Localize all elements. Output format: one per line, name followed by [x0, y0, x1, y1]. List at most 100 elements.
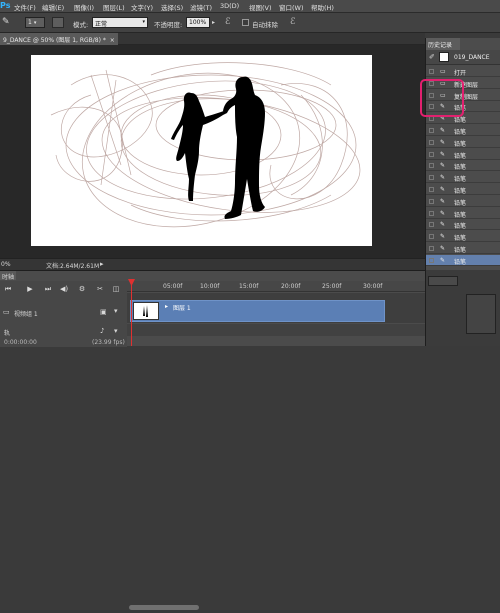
timeline-controls: ⏮ ▶ ⏭ ◀) ⚙ ✂ ◫ ▭ 视频组 1 ▣ ▾ 轨 ♪ ▾ 0:00:00…	[0, 281, 127, 347]
brush-size-value: 1	[28, 19, 32, 26]
brush-size-picker[interactable]: 1 ▾	[25, 17, 45, 28]
history-source-checkbox[interactable]	[429, 257, 434, 263]
snapshot-thumbnail	[439, 52, 449, 62]
history-item[interactable]: ✎ 铅笔	[426, 172, 500, 184]
timeline-panel: 时轴 ⏮ ▶ ⏭ ◀) ⚙ ✂ ◫ ▭ 视频组 1 ▣ ▾ 轨 ♪ ▾ 0:00…	[0, 270, 425, 613]
menu-help[interactable]: 帮助(H)	[311, 2, 334, 12]
tick-label: 25:00f	[322, 283, 342, 290]
history-item-label: 铅笔	[454, 199, 467, 207]
history-item[interactable]: ✎ 铅笔	[426, 137, 500, 148]
history-tab[interactable]: 历史记录	[426, 38, 460, 50]
document-size-info: 文档:2.64M/2.61M	[46, 263, 100, 270]
chevron-down-icon[interactable]: ▾	[114, 307, 118, 315]
clip-label: 图层 1	[173, 305, 191, 312]
mode-label: 模式:	[73, 21, 89, 29]
history-source-checkbox[interactable]	[429, 234, 434, 240]
chevron-right-icon[interactable]: ▸	[100, 260, 104, 268]
menu-type[interactable]: 文字(Y)	[131, 2, 153, 12]
history-item[interactable]: ▭ 打开	[426, 66, 500, 77]
mute-icon[interactable]: ♪	[100, 327, 104, 335]
scissors-icon[interactable]: ✂	[96, 285, 104, 293]
close-icon[interactable]: ×	[110, 37, 115, 44]
document-canvas[interactable]	[31, 55, 372, 246]
pencil-scribbles	[50, 62, 361, 228]
history-source-checkbox[interactable]	[429, 163, 434, 169]
menu-layer[interactable]: 图层(L)	[103, 2, 125, 12]
pencil-icon: ✎	[440, 174, 446, 182]
zoom-slider-thumb[interactable]	[129, 605, 199, 610]
auto-erase-label: 自动抹除	[252, 21, 278, 29]
play-icon[interactable]: ▶	[26, 285, 34, 293]
chevron-right-icon[interactable]: ▸	[212, 19, 215, 26]
timeline-tab[interactable]: 时轴	[0, 271, 16, 281]
menu-image[interactable]: 图像(I)	[74, 2, 94, 12]
playhead[interactable]	[131, 282, 132, 346]
history-source-checkbox[interactable]	[429, 222, 434, 228]
history-source-checkbox[interactable]	[429, 151, 434, 157]
history-item[interactable]: ✎ 铅笔	[426, 243, 500, 254]
history-item[interactable]: ✎ 铅笔	[426, 184, 500, 195]
clip-thumbnail	[133, 302, 159, 320]
history-source-checkbox[interactable]	[429, 175, 434, 181]
film-add-icon[interactable]: ▣	[100, 308, 107, 316]
auto-erase-checkbox[interactable]	[242, 19, 249, 26]
opacity-field[interactable]: 100%	[186, 17, 210, 28]
zoom-level[interactable]: 0%	[1, 261, 11, 268]
history-source-checkbox[interactable]	[429, 187, 434, 192]
audio-icon[interactable]: ◀)	[60, 285, 68, 293]
brush-source-icon[interactable]: ✐	[429, 53, 435, 61]
panel-dock-bottom	[425, 270, 500, 346]
settings-icon[interactable]: ⚙	[78, 285, 86, 293]
mode-select-value: 正常	[95, 21, 108, 28]
timeline-ruler[interactable]: 05:00f 10:00f 15:00f 20:00f 25:00f 30:00…	[127, 281, 425, 292]
tick-label: 05:00f	[163, 283, 183, 290]
snapshot-name: 019_DANCE	[454, 54, 490, 61]
brush-panel-toggle-icon[interactable]	[52, 17, 64, 28]
history-source-checkbox[interactable]	[429, 198, 434, 204]
tick-label: 10:00f	[200, 283, 220, 290]
history-item-label: 铅笔	[454, 223, 467, 231]
chevron-down-icon: ▾	[142, 19, 145, 25]
menu-3d[interactable]: 3D(D)	[220, 2, 239, 10]
next-frame-icon[interactable]: ⏭	[44, 285, 52, 293]
history-item[interactable]: ✎ 铅笔	[426, 149, 500, 160]
frame-rate: (23.99 fps)	[92, 339, 125, 346]
menu-select[interactable]: 选择(S)	[161, 2, 183, 12]
pressure-opacity-icon[interactable]: ℰ	[225, 17, 230, 27]
history-item-label: 铅笔	[454, 129, 467, 136]
pencil-icon: ✎	[440, 138, 446, 146]
clip-expand-icon[interactable]: ▸	[165, 303, 168, 310]
history-item[interactable]: ✎ 铅笔	[426, 254, 500, 266]
history-source-checkbox[interactable]	[429, 139, 434, 145]
history-source-checkbox[interactable]	[429, 69, 434, 74]
history-source-checkbox[interactable]	[429, 246, 434, 251]
history-snapshot[interactable]: ✐ 019_DANCE	[426, 50, 500, 65]
tick-label: 15:00f	[239, 283, 259, 290]
first-frame-icon[interactable]: ⏮	[4, 285, 12, 293]
menu-window[interactable]: 窗口(W)	[279, 2, 304, 12]
history-source-checkbox[interactable]	[429, 128, 434, 133]
timeline-zoom-slider[interactable]	[127, 603, 425, 613]
history-item[interactable]: ✎ 铅笔	[426, 208, 500, 219]
history-source-checkbox[interactable]	[429, 210, 434, 216]
menu-filter[interactable]: 滤镜(T)	[190, 2, 212, 12]
history-item[interactable]: ✎ 铅笔	[426, 125, 500, 136]
mode-select[interactable]: 正常 ▾	[92, 17, 148, 28]
mini-panel-tab[interactable]	[428, 276, 458, 286]
audio-add-icon[interactable]: ▾	[114, 327, 118, 335]
history-item-label: 铅笔	[454, 152, 467, 160]
history-item[interactable]: ✎ 铅笔	[426, 160, 500, 172]
history-item[interactable]: ✎ 铅笔	[426, 196, 500, 207]
menu-view[interactable]: 视图(V)	[249, 2, 272, 12]
audio-track	[127, 324, 425, 336]
document-tab[interactable]: 9_DANCE @ 50% (图层 1, RGB/8) * ×	[0, 33, 118, 45]
menu-file[interactable]: 文件(F)	[14, 2, 36, 12]
history-item[interactable]: ✎ 铅笔	[426, 231, 500, 243]
transition-icon[interactable]: ◫	[112, 285, 120, 293]
document-tab-bar: 9_DANCE @ 50% (图层 1, RGB/8) * ×	[0, 33, 425, 45]
pressure-size-icon[interactable]: ℰ	[290, 17, 295, 27]
history-item[interactable]: ✎ 铅笔	[426, 219, 500, 231]
pencil-tool-icon[interactable]: ✎	[2, 17, 10, 27]
menu-edit[interactable]: 编辑(E)	[42, 2, 64, 12]
layer-clip[interactable]: ▸ 图层 1	[130, 300, 385, 322]
